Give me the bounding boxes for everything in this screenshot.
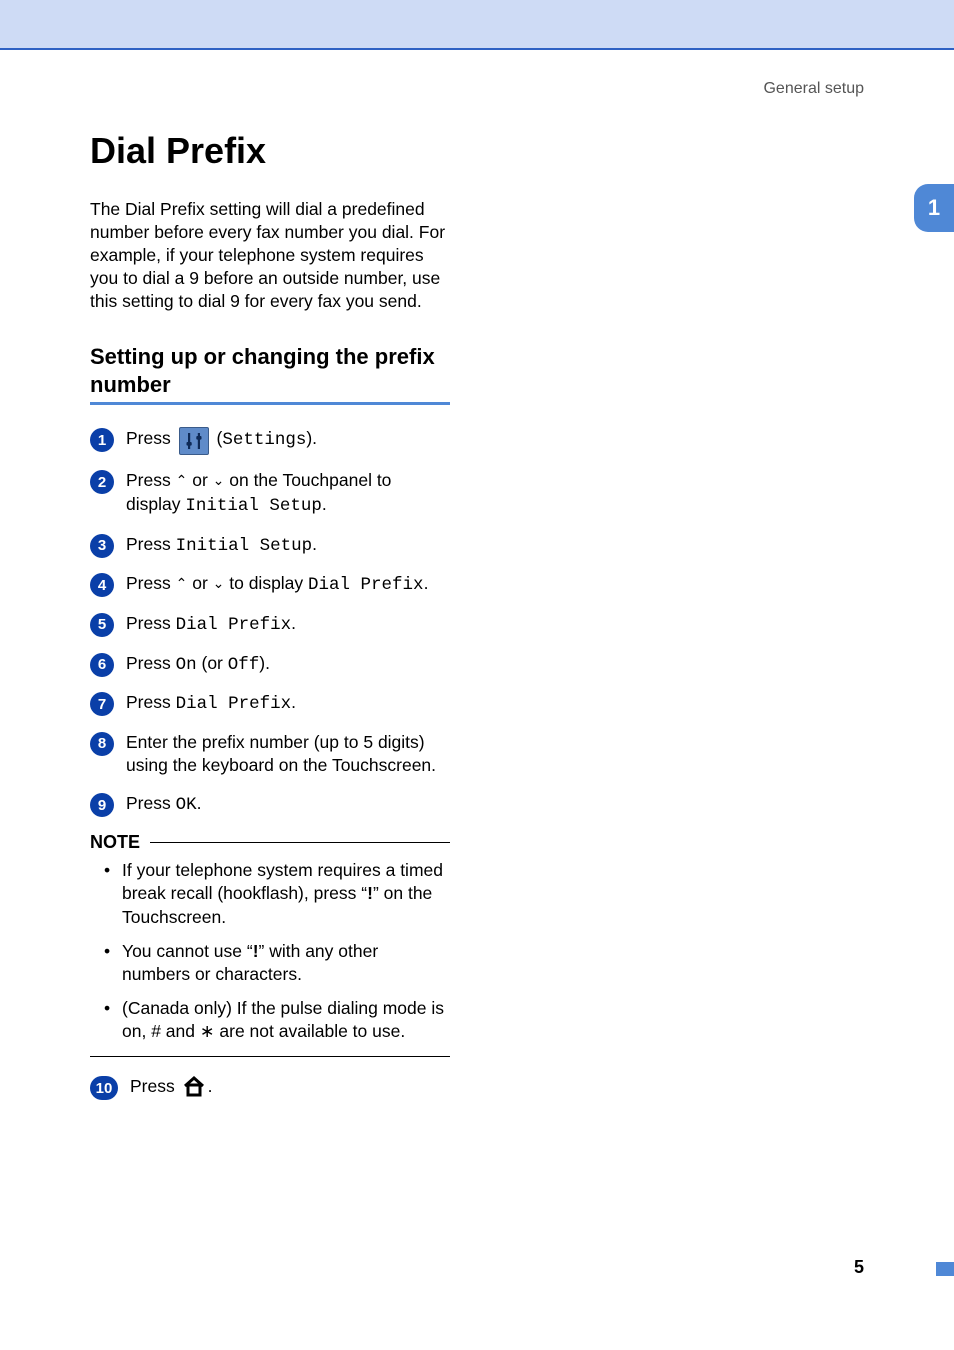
note-rule <box>150 842 450 843</box>
footer: 5 <box>854 1257 864 1278</box>
step-2-body: Press ⌃ or ⌄ on the Touchpanel to displa… <box>126 469 450 518</box>
step-4-c: to display <box>224 573 308 593</box>
note-list: If your telephone system requires a time… <box>90 859 450 1044</box>
step-5-b: . <box>291 613 296 633</box>
step-bullet-10: 10 <box>90 1076 118 1100</box>
note-heading: NOTE <box>90 832 450 853</box>
step-4-a: Press <box>126 573 176 593</box>
note-2-a: You cannot use “ <box>122 941 253 961</box>
subheading: Setting up or changing the prefix number <box>90 343 450 398</box>
footer-mark <box>936 1262 954 1276</box>
page-title: Dial Prefix <box>90 130 450 172</box>
header-rule <box>0 48 954 50</box>
step-6-end: ). <box>259 653 270 673</box>
note-end-rule <box>90 1056 450 1057</box>
note-item-3: (Canada only) If the pulse dialing mode … <box>108 997 450 1044</box>
chevron-up-icon: ⌃ <box>176 574 188 593</box>
step-1-settings-label: Settings <box>222 430 306 450</box>
step-bullet-3: 3 <box>90 534 114 558</box>
step-7-body: Press Dial Prefix. <box>126 691 296 717</box>
step-3-menu: Initial Setup <box>176 536 313 556</box>
step-2-menu: Initial Setup <box>185 496 322 516</box>
step-1-close-paren: ). <box>306 428 317 448</box>
step-1: 1 Press (Settings). <box>90 427 450 455</box>
subheading-rule <box>90 402 450 405</box>
step-2: 2 Press ⌃ or ⌄ on the Touchpanel to disp… <box>90 469 450 518</box>
step-9-b: . <box>197 793 202 813</box>
step-8: 8 Enter the prefix number (up to 5 digit… <box>90 731 450 778</box>
settings-icon <box>179 427 209 455</box>
step-9-ok: OK <box>176 795 197 815</box>
step-10-a: Press <box>130 1076 180 1096</box>
step-9: 9 Press OK. <box>90 792 450 818</box>
step-7-b: . <box>291 692 296 712</box>
content-column: Dial Prefix The Dial Prefix setting will… <box>90 130 450 1118</box>
step-3: 3 Press Initial Setup. <box>90 533 450 559</box>
step-5-body: Press Dial Prefix. <box>126 612 296 638</box>
step-6-body: Press On (or Off). <box>126 652 270 678</box>
step-1-press: Press <box>126 428 176 448</box>
home-icon <box>182 1075 206 1104</box>
note-label: NOTE <box>90 832 140 853</box>
step-2-a: Press <box>126 470 176 490</box>
step-1-body: Press (Settings). <box>126 427 317 455</box>
step-8-body: Enter the prefix number (up to 5 digits)… <box>126 731 450 778</box>
page-number: 5 <box>854 1257 864 1278</box>
step-5-menu: Dial Prefix <box>176 615 292 635</box>
step-bullet-7: 7 <box>90 692 114 716</box>
steps-list-2: 10 Press . <box>90 1075 450 1104</box>
step-7: 7 Press Dial Prefix. <box>90 691 450 717</box>
step-4-menu: Dial Prefix <box>308 575 424 595</box>
step-3-a: Press <box>126 534 176 554</box>
step-2-d: . <box>322 494 327 514</box>
step-bullet-5: 5 <box>90 613 114 637</box>
step-4-body: Press ⌃ or ⌄ to display Dial Prefix. <box>126 572 428 598</box>
step-bullet-6: 6 <box>90 653 114 677</box>
note-item-2: You cannot use “!” with any other number… <box>108 940 450 987</box>
step-9-a: Press <box>126 793 176 813</box>
step-2-b: or <box>187 470 212 490</box>
step-10-body: Press . <box>130 1075 212 1104</box>
step-4: 4 Press ⌃ or ⌄ to display Dial Prefix. <box>90 572 450 598</box>
chevron-up-icon: ⌃ <box>176 471 188 490</box>
step-6-mid: (or <box>197 653 228 673</box>
note-block: NOTE If your telephone system requires a… <box>90 832 450 1057</box>
step-3-body: Press Initial Setup. <box>126 533 317 559</box>
step-3-b: . <box>312 534 317 554</box>
chapter-tab: 1 <box>914 184 954 232</box>
note-3-star: ∗ <box>200 1021 215 1041</box>
step-bullet-2: 2 <box>90 470 114 494</box>
chevron-down-icon: ⌄ <box>213 574 225 593</box>
step-bullet-9: 9 <box>90 793 114 817</box>
step-5-a: Press <box>126 613 176 633</box>
step-6: 6 Press On (or Off). <box>90 652 450 678</box>
step-6-off: Off <box>228 655 260 675</box>
page: General setup 1 Dial Prefix The Dial Pre… <box>0 0 954 1350</box>
note-3-b: are not available to use. <box>215 1021 406 1041</box>
note-item-1: If your telephone system requires a time… <box>108 859 450 930</box>
steps-list: 1 Press (Settings). 2 <box>90 427 450 817</box>
step-9-body: Press OK. <box>126 792 202 818</box>
step-6-a: Press <box>126 653 176 673</box>
step-bullet-1: 1 <box>90 428 114 452</box>
step-6-on: On <box>176 655 197 675</box>
step-10: 10 Press . <box>90 1075 450 1104</box>
section-label: General setup <box>763 80 864 98</box>
step-7-a: Press <box>126 692 176 712</box>
step-7-menu: Dial Prefix <box>176 694 292 714</box>
step-5: 5 Press Dial Prefix. <box>90 612 450 638</box>
step-10-b: . <box>208 1076 213 1096</box>
step-4-d: . <box>424 573 429 593</box>
step-4-b: or <box>187 573 212 593</box>
step-bullet-4: 4 <box>90 573 114 597</box>
chevron-down-icon: ⌄ <box>213 471 225 490</box>
intro-paragraph: The Dial Prefix setting will dial a pred… <box>90 198 450 313</box>
step-bullet-8: 8 <box>90 732 114 756</box>
top-band <box>0 0 954 48</box>
